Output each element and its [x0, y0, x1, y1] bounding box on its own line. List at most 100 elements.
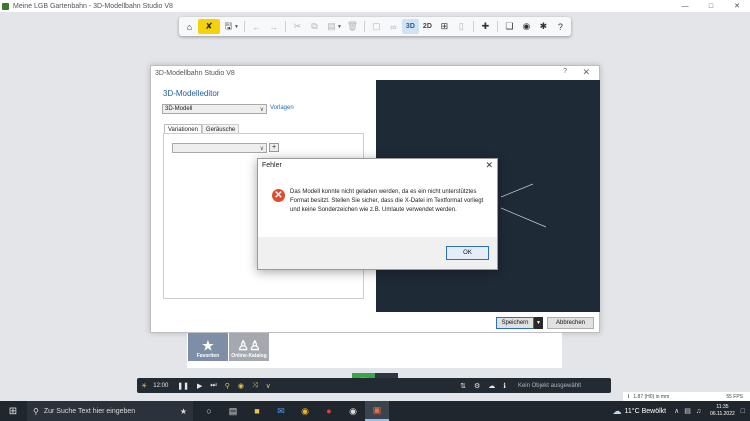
- fast-forward-icon[interactable]: ⏭: [210, 382, 216, 390]
- chevron-down-icon[interactable]: ▼: [534, 317, 543, 329]
- view-2d-button[interactable]: 2D: [419, 19, 436, 34]
- editor-title: 3D-Modellbahn Studio V8: [155, 69, 235, 77]
- app-red-icon[interactable]: ●: [317, 401, 341, 421]
- favorites-label: Favoriten: [196, 353, 220, 359]
- camera-icon[interactable]: ◉: [518, 19, 535, 34]
- star-icon: ★: [202, 338, 214, 353]
- error-body: ✕ Das Modell konnte nicht geladen werden…: [258, 174, 497, 237]
- notification-icon[interactable]: □: [741, 408, 745, 415]
- delete-icon[interactable]: 🗑: [344, 19, 361, 34]
- link-icon[interactable]: ∞: [385, 19, 402, 34]
- windows-start-icon[interactable]: ⊞: [3, 401, 23, 421]
- error-dialog: Fehler ✕ ✕ Das Modell konnte nicht gelad…: [257, 158, 498, 270]
- toolbar-divider: [363, 21, 365, 32]
- close-window-button[interactable]: ✕: [724, 0, 750, 12]
- taskbar-search[interactable]: ⚲ Zur Suche Text hier eingeben ★: [27, 401, 193, 421]
- editor-close-button[interactable]: ✕: [582, 67, 590, 78]
- view-3d-button[interactable]: 3D: [401, 19, 419, 34]
- explorer-icon[interactable]: ■: [245, 401, 269, 421]
- scale-readout: 1.87 (H0) in mm: [633, 393, 670, 400]
- copy-icon[interactable]: ⧉: [306, 19, 323, 34]
- error-close-button[interactable]: ✕: [485, 160, 493, 171]
- toolbar-divider: [243, 21, 245, 32]
- search-placeholder: Zur Suche Text hier eingeben: [43, 407, 136, 415]
- cut-icon[interactable]: ✂: [289, 19, 306, 34]
- chevron-down-icon[interactable]: ∨: [266, 382, 271, 390]
- app-icon: [2, 2, 9, 10]
- help-button[interactable]: ?: [552, 19, 569, 34]
- taskbar-clock[interactable]: 11:35 06.11.2022: [710, 404, 735, 418]
- play-icon[interactable]: ▶: [197, 382, 202, 390]
- sun-icon[interactable]: ☀: [141, 382, 147, 390]
- search-icon: ⚲: [33, 406, 39, 416]
- maximize-button[interactable]: □: [698, 0, 724, 12]
- online-catalog-tile[interactable]: ♙♙ Online-Katalog: [229, 333, 269, 361]
- model-type-select[interactable]: 3D-Modell ∨: [162, 104, 267, 114]
- tools-icon[interactable]: ✘: [198, 19, 220, 34]
- cloud-icon: ☁: [612, 405, 622, 416]
- mail-icon[interactable]: ✉: [269, 401, 293, 421]
- search-icon[interactable]: ⚲: [225, 382, 230, 390]
- chevron-down-icon: ∨: [259, 146, 264, 152]
- window-title: Meine LGB Gartenbahn - 3D-Modellbahn Stu…: [13, 2, 173, 10]
- layers-icon[interactable]: ❏: [501, 19, 518, 34]
- error-message: Das Modell konnte nicht geladen werden, …: [290, 189, 484, 213]
- window-titlebar: Meine LGB Gartenbahn - 3D-Modellbahn Stu…: [0, 0, 750, 12]
- group-icon[interactable]: ▢: [368, 19, 385, 34]
- home-icon[interactable]: ⌂: [181, 19, 198, 34]
- layers-icon[interactable]: ◉: [238, 382, 244, 390]
- redo-icon[interactable]: →: [265, 19, 282, 34]
- modellbahn-app-icon[interactable]: ▣: [365, 401, 389, 421]
- fps-readout: 55 FPS: [726, 393, 743, 400]
- vorlagen-link[interactable]: Vorlagen: [270, 105, 294, 111]
- sliders-icon[interactable]: ⇅: [460, 382, 466, 390]
- widgets-icon[interactable]: ▤: [221, 401, 245, 421]
- switch-icon[interactable]: ⤨: [252, 382, 258, 390]
- weather-text: 11°C Bewölkt: [624, 407, 667, 415]
- chrome-icon[interactable]: ◉: [293, 401, 317, 421]
- volume-icon[interactable]: ♫: [696, 408, 701, 415]
- online-catalog-label: Online-Katalog: [231, 353, 267, 359]
- toolbar-divider: [496, 21, 498, 32]
- info-icon: i: [628, 393, 630, 400]
- variation-select[interactable]: ∨: [172, 143, 267, 153]
- grid-icon[interactable]: ⊞: [436, 19, 453, 34]
- clock-date: 06.11.2022: [710, 411, 735, 417]
- error-titlebar: Fehler ✕: [258, 159, 497, 174]
- chevron-down-icon[interactable]: ▼: [234, 24, 239, 30]
- settings-icon[interactable]: ⚙: [474, 382, 480, 390]
- lock-icon[interactable]: ▯: [453, 19, 470, 34]
- window-controls: — □ ✕: [672, 0, 750, 12]
- editor-help-button[interactable]: ?: [563, 68, 567, 75]
- task-view-icon[interactable]: ○: [197, 401, 221, 421]
- error-title: Fehler: [262, 162, 282, 169]
- add-icon[interactable]: ✚: [477, 19, 494, 34]
- toolbar-divider: [472, 21, 474, 32]
- add-variation-button[interactable]: +: [269, 143, 279, 152]
- weather-widget[interactable]: ☁ 11°C Bewölkt: [613, 406, 667, 417]
- pause-icon[interactable]: ❚❚: [177, 382, 189, 390]
- app-gray-icon[interactable]: ◉: [341, 401, 365, 421]
- main-toolbar: ⌂ ✘ 🖫 ▼ ← → ✂ ⧉ ▤ ▼ 🗑 ▢ ∞ 3D 2D ⊞ ▯ ✚ ❏ ◉ …: [179, 17, 571, 36]
- sim-time[interactable]: 12:00: [153, 383, 168, 389]
- chevron-down-icon[interactable]: ▼: [337, 24, 342, 30]
- toolbar-divider: [284, 21, 286, 32]
- chevron-down-icon: ∨: [259, 107, 264, 113]
- chevron-up-icon[interactable]: ∧: [674, 407, 679, 415]
- widget-icon[interactable]: ★: [180, 407, 187, 416]
- minimize-button[interactable]: —: [672, 0, 698, 12]
- plugin-icon[interactable]: ✱: [535, 19, 552, 34]
- network-icon[interactable]: ☁: [488, 382, 495, 390]
- undo-icon[interactable]: ←: [248, 19, 265, 34]
- info-bar: i 1.87 (H0) in mm 55 FPS: [623, 392, 750, 401]
- model-type-value: 3D-Modell: [165, 106, 193, 112]
- selection-status: Kein Objekt ausgewählt: [517, 382, 581, 389]
- save-button[interactable]: Speichern: [496, 317, 534, 329]
- favorites-tile[interactable]: ★ Favoriten: [188, 333, 228, 361]
- ok-button[interactable]: OK: [446, 246, 489, 260]
- editor-heading: 3D-Modelleditor: [163, 89, 220, 98]
- cancel-button[interactable]: Abbrechen: [547, 317, 594, 329]
- network-icon[interactable]: ▤: [684, 407, 691, 415]
- info-icon[interactable]: ℹ: [503, 382, 506, 390]
- clock-time: 11:35: [716, 404, 729, 410]
